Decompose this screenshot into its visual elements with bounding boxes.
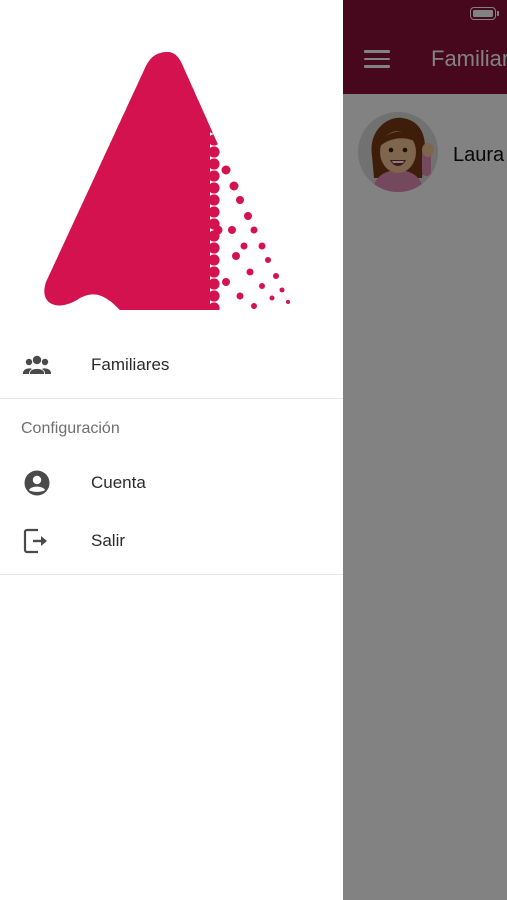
section-title-configuracion: Configuración [21,420,120,437]
menu-item-label: Familiares [91,355,170,374]
navigation-drawer: Familiares Configuración Cuenta Salir [0,0,343,900]
logout-icon [22,528,52,554]
divider [0,574,343,575]
menu-item-familiares[interactable]: Familiares [0,336,343,394]
divider [0,398,343,399]
menu-item-label: Salir [91,531,126,550]
menu-item-label: Cuenta [91,473,146,492]
group-icon [22,352,52,378]
menu-item-cuenta[interactable]: Cuenta [0,454,343,512]
account-circle-icon [22,470,52,496]
menu-item-salir[interactable]: Salir [0,512,343,570]
brand-logo [40,50,300,318]
